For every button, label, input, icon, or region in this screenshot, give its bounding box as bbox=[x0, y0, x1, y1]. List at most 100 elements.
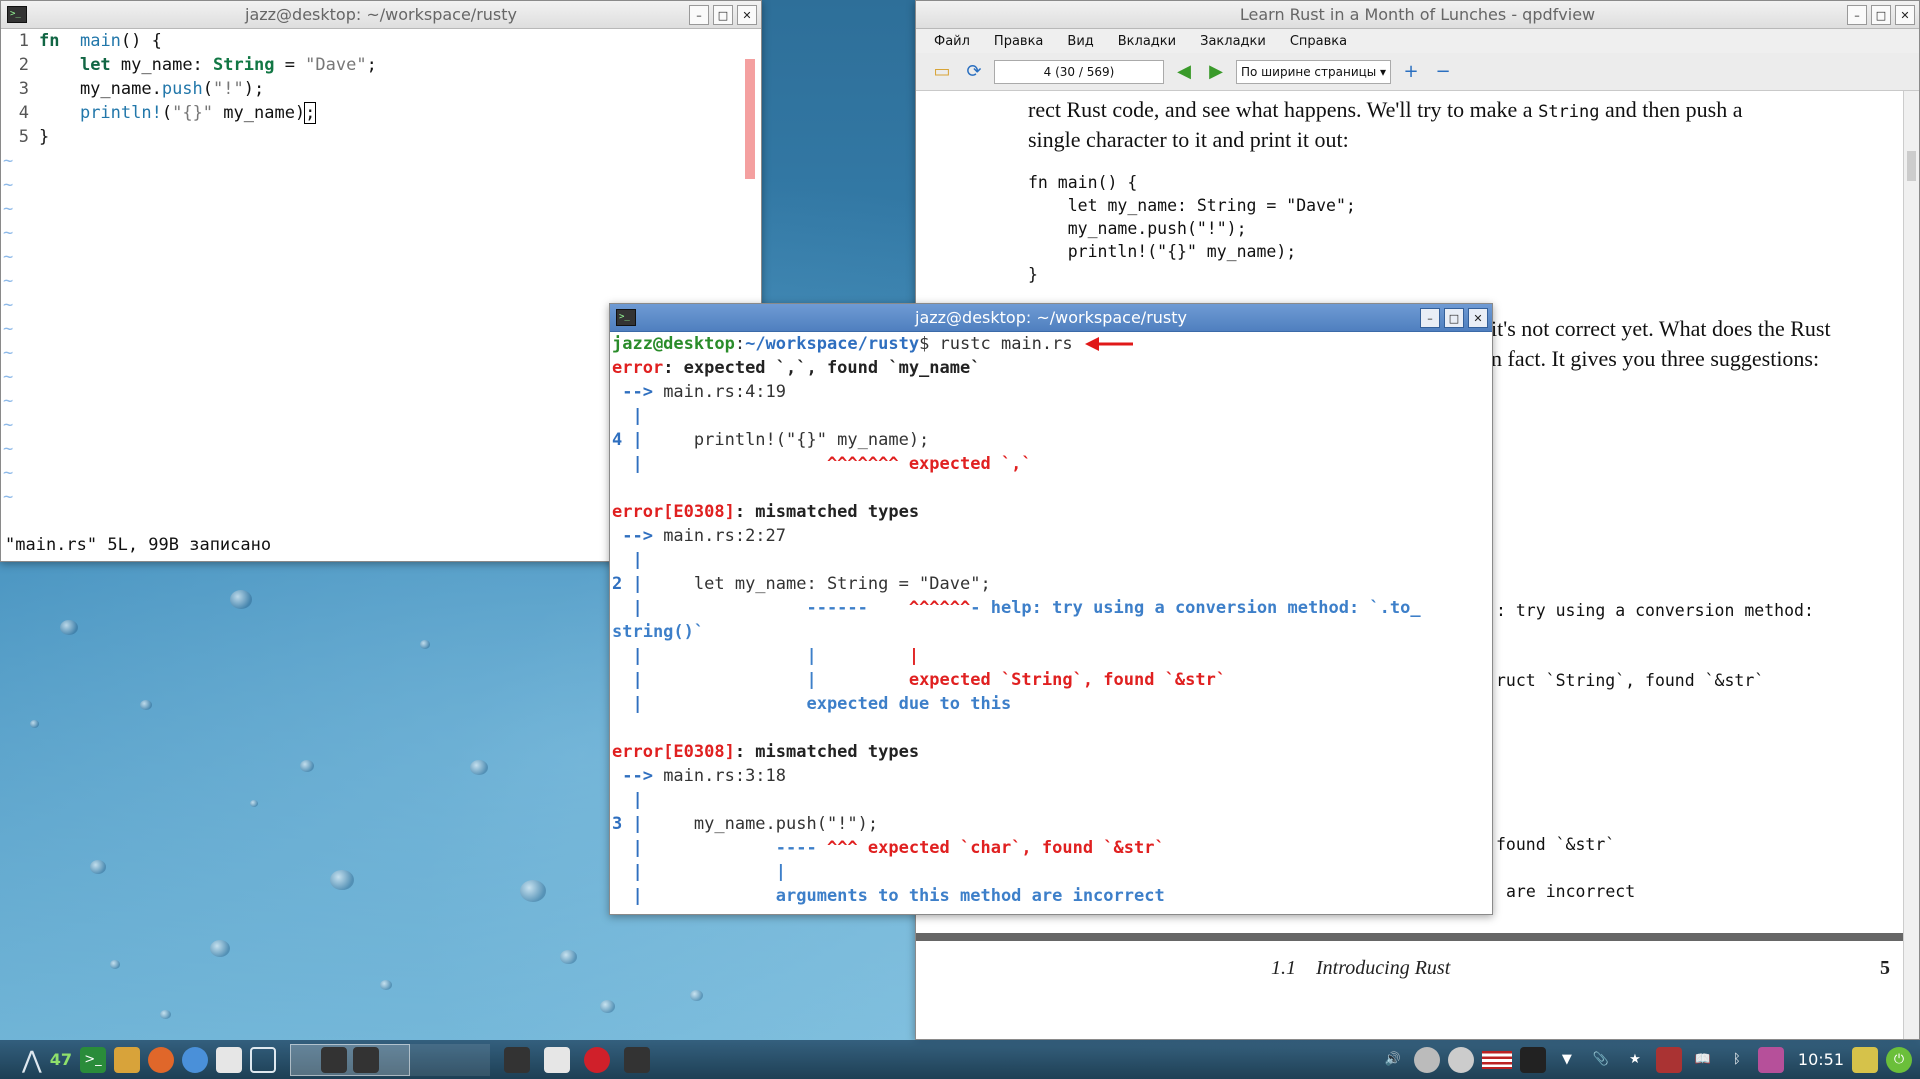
zoom-out-icon[interactable]: − bbox=[1431, 61, 1455, 83]
vim-code-line[interactable]: 4 println!("{}" my_name); bbox=[1, 101, 761, 125]
vim-empty-line: ~ bbox=[3, 271, 14, 291]
terminal-line: | ---- ^^^ expected `char`, found `&str` bbox=[612, 838, 1165, 858]
maximize-button[interactable]: □ bbox=[1871, 5, 1891, 25]
pdf-code-line: fn main() { bbox=[1028, 173, 1138, 192]
terminal-task-icon[interactable] bbox=[503, 1046, 530, 1073]
minimize-button[interactable]: – bbox=[1420, 308, 1440, 328]
pdf-title: Learn Rust in a Month of Lunches - qpdfv… bbox=[1239, 5, 1596, 24]
minimize-button[interactable]: – bbox=[1847, 5, 1867, 25]
vim-code-line[interactable]: 2 let my_name: String = "Dave"; bbox=[1, 53, 761, 77]
pdf-code-line: } bbox=[1028, 265, 1038, 284]
paperclip-icon[interactable]: 📎 bbox=[1588, 1047, 1614, 1073]
chromium-icon[interactable] bbox=[181, 1046, 208, 1073]
water-drop bbox=[110, 960, 120, 969]
taskbar: ⋀ 47 >_ 🔊 ▼ 📎 ★ 📖 ᛒ 10:51 ⏻ bbox=[0, 1040, 1920, 1079]
pdf-titlebar[interactable]: Learn Rust in a Month of Lunches - qpdfv… bbox=[916, 1, 1919, 29]
start-menu-icon[interactable]: ⋀ bbox=[22, 1045, 42, 1075]
menu-tabs[interactable]: Вкладки bbox=[1106, 34, 1188, 49]
pdf-text-line: it's not correct yet. What does the Rust bbox=[1491, 316, 1831, 341]
previous-page-icon[interactable]: ◀ bbox=[1172, 61, 1196, 83]
app-tray-icon[interactable] bbox=[1757, 1046, 1784, 1073]
pdf-text-line: rect Rust code, and see what happens. We… bbox=[1028, 97, 1743, 122]
vim-title: jazz@desktop: ~/workspace/rusty bbox=[245, 5, 517, 24]
vim-scroll-indicator bbox=[745, 59, 755, 179]
water-drop bbox=[520, 880, 546, 903]
update-count-badge[interactable]: 47 bbox=[50, 1045, 72, 1075]
terminal-task-icon[interactable] bbox=[623, 1046, 650, 1073]
bluetooth-icon[interactable]: ᛒ bbox=[1724, 1047, 1750, 1073]
terminal-output[interactable]: jazz@desktop:~/workspace/rusty$ rustc ma… bbox=[610, 332, 1492, 914]
show-desktop-icon[interactable] bbox=[249, 1046, 276, 1073]
refresh-icon[interactable]: ⟳ bbox=[962, 61, 986, 83]
maximize-button[interactable]: □ bbox=[713, 5, 733, 25]
close-button[interactable]: ✕ bbox=[1468, 308, 1488, 328]
opera-icon[interactable] bbox=[583, 1046, 610, 1073]
line-number: 5 bbox=[18, 127, 29, 147]
menu-edit[interactable]: Правка bbox=[982, 34, 1055, 49]
menu-help[interactable]: Справка bbox=[1278, 34, 1359, 49]
document-task-icon[interactable] bbox=[543, 1046, 570, 1073]
document-viewer-icon[interactable] bbox=[215, 1046, 242, 1073]
terminal-titlebar[interactable]: >_ jazz@desktop: ~/workspace/rusty – □ ✕ bbox=[610, 304, 1492, 332]
terminal-line: --> main.rs:4:19 bbox=[612, 382, 787, 402]
water-drop bbox=[690, 990, 703, 1002]
terminal-icon: >_ bbox=[7, 6, 27, 23]
book-icon[interactable]: 📖 bbox=[1690, 1047, 1716, 1073]
pdf-code-fragment: found `&str` bbox=[1496, 835, 1616, 854]
terminal-line: | | expected `String`, found `&str` bbox=[612, 670, 1227, 690]
terminal-line: error[E0308]: mismatched types bbox=[612, 742, 920, 762]
vim-empty-line: ~ bbox=[3, 247, 14, 267]
water-drop bbox=[210, 940, 230, 957]
pdf-scrollbar[interactable] bbox=[1903, 91, 1919, 1039]
notes-icon[interactable] bbox=[1852, 1046, 1878, 1073]
vim-code-line[interactable]: 3 my_name.push("!"); bbox=[1, 77, 761, 101]
terminal-window[interactable]: >_ jazz@desktop: ~/workspace/rusty – □ ✕… bbox=[609, 303, 1493, 915]
clipboard-icon[interactable] bbox=[1447, 1046, 1474, 1073]
keyboard-layout-flag-icon[interactable] bbox=[1481, 1050, 1512, 1069]
file-manager-icon[interactable] bbox=[113, 1046, 140, 1073]
terminal-line: 3 | my_name.push("!"); bbox=[612, 814, 879, 834]
minimize-button[interactable]: – bbox=[689, 5, 709, 25]
clock[interactable]: 10:51 bbox=[1798, 1050, 1844, 1069]
maximize-button[interactable]: □ bbox=[1444, 308, 1464, 328]
menu-view[interactable]: Вид bbox=[1055, 34, 1105, 49]
line-number: 4 bbox=[18, 103, 29, 123]
app-tray-icon[interactable] bbox=[1519, 1046, 1546, 1073]
zoom-select[interactable]: По ширине страницы ▾ bbox=[1236, 59, 1391, 84]
pdf-code-fragment: : try using a conversion method: bbox=[1496, 601, 1814, 620]
terminal-line: --> main.rs:3:18 bbox=[612, 766, 787, 786]
taskbar-active-terminals[interactable] bbox=[289, 1043, 410, 1076]
page-number-input[interactable]: 4 (30 / 569) bbox=[994, 59, 1164, 84]
terminal-line: error[E0308]: mismatched types bbox=[612, 502, 920, 522]
vim-titlebar[interactable]: >_ jazz@desktop: ~/workspace/rusty – □ ✕ bbox=[1, 1, 761, 29]
terminal-launcher-icon[interactable]: >_ bbox=[79, 1046, 106, 1073]
water-drop bbox=[30, 720, 39, 728]
taskbar-slot[interactable] bbox=[409, 1043, 490, 1076]
vim-empty-line: ~ bbox=[3, 175, 14, 195]
close-button[interactable]: ✕ bbox=[1895, 5, 1915, 25]
zoom-in-icon[interactable]: + bbox=[1399, 61, 1423, 83]
app-tray-icon[interactable] bbox=[1655, 1046, 1682, 1073]
terminal-line: 4 | println!("{}" my_name); bbox=[612, 430, 930, 450]
volume-icon[interactable]: 🔊 bbox=[1380, 1047, 1406, 1073]
firefox-icon[interactable] bbox=[147, 1046, 174, 1073]
open-folder-icon[interactable]: ▭ bbox=[930, 61, 954, 83]
star-icon[interactable]: ★ bbox=[1622, 1047, 1648, 1073]
menu-bookmarks[interactable]: Закладки bbox=[1188, 34, 1278, 49]
vim-empty-line: ~ bbox=[3, 199, 14, 219]
next-page-icon[interactable]: ▶ bbox=[1204, 61, 1228, 83]
vim-code-line[interactable]: 1 fn main() { bbox=[1, 29, 761, 53]
updates-icon[interactable] bbox=[1413, 1046, 1440, 1073]
menu-file[interactable]: Файл bbox=[922, 34, 982, 49]
pdf-code-fragment: ruct `String`, found `&str` bbox=[1496, 671, 1765, 690]
close-button[interactable]: ✕ bbox=[737, 5, 757, 25]
terminal-title: jazz@desktop: ~/workspace/rusty bbox=[915, 308, 1187, 327]
network-icon[interactable]: ▼ bbox=[1554, 1047, 1580, 1073]
vim-code-line[interactable]: 5} bbox=[1, 125, 761, 149]
pdf-code-line: my_name.push("!"); bbox=[1028, 219, 1247, 238]
terminal-icon: >_ bbox=[616, 309, 636, 326]
power-icon[interactable]: ⏻ bbox=[1886, 1046, 1912, 1073]
scrollbar-thumb[interactable] bbox=[1907, 151, 1916, 181]
water-drop bbox=[300, 760, 314, 772]
